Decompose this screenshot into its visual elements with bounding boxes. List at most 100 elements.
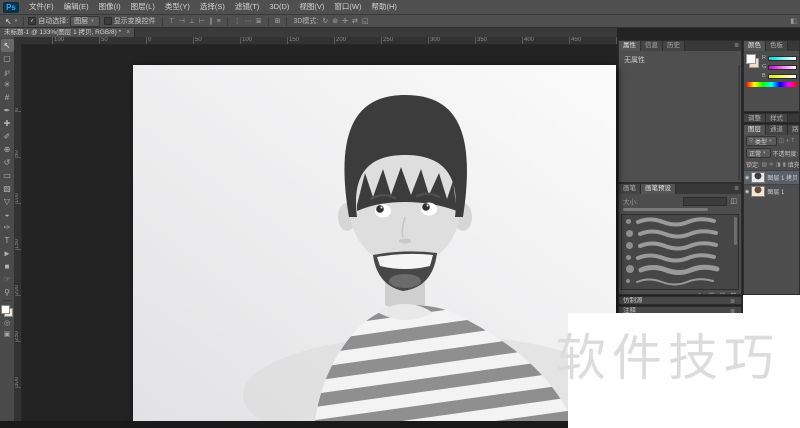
crop-tool[interactable]: #: [1, 91, 14, 104]
menu-item[interactable]: 滤镜(T): [230, 0, 265, 14]
distribute-horizontal-centers-icon[interactable]: ⋯: [243, 17, 254, 25]
auto-select-checkbox[interactable]: ✓: [28, 17, 37, 25]
scrollbar[interactable]: [734, 217, 737, 245]
foreground-color-swatch[interactable]: [746, 54, 756, 64]
panel-tab[interactable]: 属性: [619, 41, 641, 51]
path-selection-tool[interactable]: ►: [1, 247, 14, 260]
scrollbar[interactable]: [738, 65, 740, 181]
panel-tab[interactable]: 路径: [788, 125, 799, 135]
spot-healing-tool[interactable]: ✚: [1, 117, 14, 130]
3d-drag-icon[interactable]: ✛: [340, 17, 350, 25]
layer-visibility-eye-icon[interactable]: ◉: [745, 189, 749, 195]
brush-preset-item[interactable]: [622, 239, 738, 251]
panel-tab[interactable]: 画笔: [619, 184, 641, 194]
图层 1[interactable]: ◉ 图层 1: [744, 184, 799, 198]
brush-size-slider[interactable]: [623, 208, 709, 211]
图层 1 拷贝[interactable]: ◉ 图层 1 拷贝: [744, 170, 799, 184]
brush-preset-item[interactable]: [622, 275, 738, 287]
show-transform-checkbox[interactable]: [103, 17, 112, 25]
type-tool[interactable]: T: [1, 234, 14, 247]
menu-item[interactable]: 编辑(E): [59, 0, 94, 14]
move-tool[interactable]: ↖: [0, 39, 14, 52]
panel-collapse-icon[interactable]: ◧: [790, 17, 797, 25]
clone-stamp-tool[interactable]: ⊕: [1, 143, 14, 156]
lock-all-icon[interactable]: ▮: [783, 162, 786, 168]
layer-thumbnail[interactable]: [751, 172, 766, 183]
shape-tool[interactable]: ■: [1, 260, 14, 273]
menu-item[interactable]: 视图(V): [294, 0, 329, 14]
gradient-tool[interactable]: ▧: [1, 182, 14, 195]
menu-item[interactable]: 文件(F): [24, 0, 59, 14]
panel-menu-icon[interactable]: ≣: [732, 184, 741, 194]
dodge-tool[interactable]: ◒: [1, 208, 14, 221]
vertical-ruler[interactable]: 050100150200250300350400450: [14, 44, 22, 428]
align-left-edges-icon[interactable]: ⊢: [197, 17, 207, 25]
pen-tool[interactable]: ✑: [1, 221, 14, 234]
panel-tab[interactable]: 颜色: [744, 41, 766, 51]
panel-tab[interactable]: 通道: [766, 125, 788, 135]
close-document-icon[interactable]: ×: [126, 28, 130, 37]
quick-selection-tool[interactable]: ✳: [1, 78, 14, 91]
layer-thumbnail[interactable]: [751, 186, 766, 197]
eraser-tool[interactable]: ▭: [1, 169, 14, 182]
slider-track[interactable]: [768, 55, 797, 61]
delete-brush-icon[interactable]: ⊠: [731, 291, 736, 294]
lock-position-icon[interactable]: ◨: [775, 162, 780, 168]
filter-type-layers-icon[interactable]: T: [791, 138, 794, 144]
create-new-brush-icon[interactable]: ▢: [719, 291, 725, 294]
menu-item[interactable]: 3D(D): [264, 0, 294, 14]
brush-preset-item[interactable]: [622, 227, 738, 239]
align-horizontal-centers-icon[interactable]: ∥: [207, 17, 215, 25]
filter-pixel-layers-icon[interactable]: ◫: [779, 138, 784, 144]
panel-tab[interactable]: 画笔预设: [641, 184, 676, 194]
3d-scale-icon[interactable]: ◱: [360, 17, 371, 25]
lock-image-pixels-icon[interactable]: ✛: [769, 162, 774, 168]
brush-preset-item[interactable]: [622, 215, 738, 227]
layer-name[interactable]: 图层 1 拷贝: [767, 173, 798, 182]
distribute-top-edges-icon[interactable]: ⋮: [232, 17, 243, 25]
brush-stroke-preview-icon[interactable]: ∿: [698, 291, 703, 294]
screen-mode-icon[interactable]: ▣: [4, 328, 11, 339]
color-slider[interactable]: G: [762, 64, 797, 70]
3d-rotate-icon[interactable]: ↻: [320, 17, 330, 25]
menu-item[interactable]: 选择(S): [195, 0, 230, 14]
tool-preset-arrow-icon[interactable]: ▾: [15, 18, 18, 24]
layer-filter-dropdown[interactable]: ⚲ 类型 ▾: [746, 136, 777, 146]
panel-tab[interactable]: 调整: [744, 114, 766, 122]
layer-visibility-eye-icon[interactable]: ◉: [745, 175, 749, 181]
brush-preset-item[interactable]: [622, 251, 738, 263]
panel-tab[interactable]: 历史: [663, 41, 685, 51]
panel-tab[interactable]: 信息: [641, 41, 663, 51]
panel-tab[interactable]: 样式: [766, 114, 788, 122]
document-canvas[interactable]: [133, 65, 616, 421]
filter-adjustment-layers-icon[interactable]: ◑: [786, 138, 789, 144]
slider-track[interactable]: [768, 64, 797, 70]
lasso-tool[interactable]: ℘: [1, 65, 14, 78]
blur-tool[interactable]: ▽: [1, 195, 14, 208]
layer-name[interactable]: 图层 1: [767, 187, 784, 196]
menu-item[interactable]: 类型(Y): [160, 0, 195, 14]
marquee-tool[interactable]: ▢: [1, 52, 14, 65]
foreground-color-swatch[interactable]: [1, 305, 10, 314]
color-slider[interactable]: R: [762, 55, 797, 61]
brush-size-field[interactable]: [683, 196, 728, 206]
panel-tab[interactable]: 图层: [744, 125, 766, 135]
menu-item[interactable]: 图像(I): [94, 0, 126, 14]
clone-source-panel-header[interactable]: 仿制源 ≣: [618, 296, 742, 305]
brush-preset-item[interactable]: [622, 263, 738, 275]
panel-menu-icon[interactable]: ≣: [732, 41, 741, 51]
align-top-edges-icon[interactable]: ⊤: [167, 17, 177, 25]
lock-transparent-pixels-icon[interactable]: ▨: [762, 162, 767, 168]
open-preset-manager-icon[interactable]: ◫: [708, 291, 714, 294]
align-vertical-centers-icon[interactable]: ⊣: [177, 17, 187, 25]
color-spectrum-ramp[interactable]: [746, 82, 797, 87]
horizontal-ruler[interactable]: 15010050050100150200250300350400450500: [21, 37, 617, 45]
menu-item[interactable]: 窗口(W): [329, 0, 366, 14]
color-slider[interactable]: B: [762, 73, 797, 79]
hand-tool[interactable]: ☞: [1, 273, 14, 286]
brush-panel-toggle-icon[interactable]: ◫: [730, 197, 737, 205]
document-tab[interactable]: 未标题-1 @ 133%(图层 1 拷贝, RGB/8) * ×: [0, 28, 136, 37]
menu-item[interactable]: 帮助(H): [367, 0, 402, 14]
distribute-bottom-edges-icon[interactable]: ≣: [254, 17, 264, 25]
align-right-edges-icon[interactable]: ≡: [215, 18, 223, 25]
